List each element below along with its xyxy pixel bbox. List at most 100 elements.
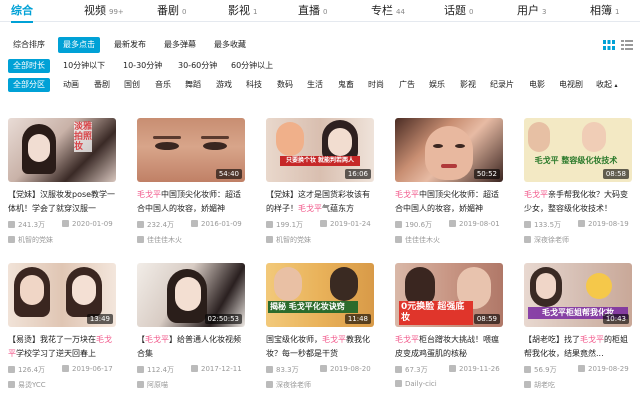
zone-item[interactable]: 国创 [124, 78, 140, 92]
title-keyword: 毛戈平 [322, 335, 346, 344]
tab-article[interactable]: 专栏 44 [371, 2, 405, 20]
uploader[interactable]: 佳佳佳木火 [137, 235, 245, 247]
duration-under-10[interactable]: 10分钟以下 [58, 59, 110, 73]
zone-item[interactable]: 影视 [460, 78, 476, 92]
video-stats: 133.5万 2019-08-19 [524, 220, 632, 232]
zone-item[interactable]: 舞蹈 [185, 78, 201, 92]
uploader-name: 胡老吃 [534, 381, 555, 389]
tab-count: 1 [253, 8, 258, 16]
list-view-icon[interactable] [621, 40, 633, 50]
video-thumbnail[interactable]: 54:40 [137, 118, 245, 182]
uploader[interactable]: 机智的党妹 [266, 235, 374, 247]
video-card[interactable]: 0元换脸 超强底妆 08:59 毛戈平柜台蹭妆大挑战！喂瘟皮变成鸡蛋肌的核秘 6… [395, 263, 503, 393]
video-thumbnail[interactable]: 0元换脸 超强底妆 08:59 [395, 263, 503, 327]
video-thumbnail[interactable]: 毛戈平柜姐帮我化妆 10:43 [524, 263, 632, 327]
uploader[interactable]: 机智的党妹 [8, 235, 116, 247]
zone-item[interactable]: 广告 [399, 78, 415, 92]
video-card[interactable]: 50:52 毛戈平中国顶尖化妆师：超适合中国人的妆容，娇媚神 190.6万 201… [395, 118, 503, 248]
duration-badge: 13:49 [86, 314, 113, 324]
tab-film[interactable]: 影视 1 [228, 2, 257, 20]
video-card[interactable]: 54:40 毛戈平中国顶尖化妆师：超适合中国人的妆容，娇媚神 232.4万 201… [137, 118, 245, 248]
video-title[interactable]: 【毛戈平】给普通人化妆视频合集 [137, 333, 245, 361]
tab-video[interactable]: 视频 99+ [84, 2, 124, 20]
tab-bangumi[interactable]: 番剧 0 [157, 2, 186, 20]
video-title[interactable]: 国宝级化妆师，毛戈平教我化妆？每一秒都是干货 [266, 333, 374, 361]
video-card[interactable]: 13:49 【易烫】我花了一万块在毛戈平学校学习了逆天回春上 126.4万 201… [8, 263, 116, 393]
uploader[interactable]: 佳佳佳木火 [395, 235, 503, 247]
tab-label: 用户 [517, 4, 539, 17]
upload-date: 2019-08-29 [578, 365, 629, 373]
duration-all[interactable]: 全部时长 [8, 59, 50, 73]
video-title[interactable]: 毛戈平中国顶尖化妆师：超适合中国人的妆容，娇媚神 [395, 188, 503, 216]
zone-item[interactable]: 游戏 [216, 78, 232, 92]
tab-album[interactable]: 相簿 1 [590, 2, 619, 20]
play-count-icon [137, 221, 144, 228]
sort-most-danmaku[interactable]: 最多弹幕 [159, 37, 201, 53]
view-count: 67.3万 [405, 366, 428, 374]
zone-item[interactable]: 科技 [246, 78, 262, 92]
uploader[interactable]: Daily-cici [395, 380, 503, 392]
grid-view-icon[interactable] [603, 40, 615, 50]
sort-most-clicks[interactable]: 最多点击 [58, 37, 100, 53]
video-thumbnail[interactable]: 揭秘 毛戈平化妆诀窍 11:48 [266, 263, 374, 327]
video-card[interactable]: 只要换个妆 就能判若两人 16:06 【党妹】这才是国货彩妆该有的样子！毛戈平气… [266, 118, 374, 248]
uploader-name: 佳佳佳木火 [147, 236, 182, 244]
thumbnail-overlay-text: 只要换个妆 就能判若两人 [280, 156, 360, 166]
calendar-icon [191, 365, 198, 372]
video-title[interactable]: 毛戈平柜台蹭妆大挑战！喂瘟皮变成鸡蛋肌的核秘 [395, 333, 503, 361]
video-thumbnail[interactable]: 毛戈平 整容级化妆技术 08:58 [524, 118, 632, 182]
sort-most-favorites[interactable]: 最多收藏 [209, 37, 251, 53]
video-card[interactable]: 毛戈平柜姐帮我化妆 10:43 【胡老吃】找了毛戈平的柜姐帮我化妆，结果竟然..… [524, 263, 632, 393]
tab-topic[interactable]: 话题 0 [444, 2, 473, 20]
video-card[interactable]: 淡雅拍照妆 【党妹】汉服妆发pose教学一体机！学会了就穿汉服一 241.3万 2… [8, 118, 116, 248]
tab-live[interactable]: 直播 0 [298, 2, 327, 20]
zone-item[interactable]: 动画 [63, 78, 79, 92]
video-card[interactable]: 毛戈平 整容级化妆技术 08:58 毛戈平亲手帮我化妆？大码变少女，整容级化妆技… [524, 118, 632, 248]
uploader[interactable]: 胡老吃 [524, 380, 632, 392]
duration-10-30[interactable]: 10-30分钟 [118, 59, 167, 73]
video-title[interactable]: 【胡老吃】找了毛戈平的柜姐帮我化妆，结果竟然... [524, 333, 632, 361]
video-thumbnail[interactable]: 13:49 [8, 263, 116, 327]
zone-all[interactable]: 全部分区 [8, 78, 50, 92]
upload-date: 2020-01-09 [62, 220, 113, 228]
tab-count: 0 [182, 8, 187, 16]
tab-label: 视频 [84, 4, 106, 17]
video-card[interactable]: 02:50:53 【毛戈平】给普通人化妆视频合集 112.4万 2017-12-1… [137, 263, 245, 393]
video-title[interactable]: 【党妹】汉服妆发pose教学一体机！学会了就穿汉服一 [8, 188, 116, 216]
duration-30-60[interactable]: 30-60分钟 [173, 59, 222, 73]
collapse-zones-button[interactable]: 收起 ▴ [596, 78, 618, 92]
video-thumbnail[interactable]: 02:50:53 [137, 263, 245, 327]
zone-item[interactable]: 数码 [277, 78, 293, 92]
zone-item[interactable]: 音乐 [155, 78, 171, 92]
video-card[interactable]: 揭秘 毛戈平化妆诀窍 11:48 国宝级化妆师，毛戈平教我化妆？每一秒都是干货 … [266, 263, 374, 393]
zone-item[interactable]: 电视剧 [559, 78, 583, 92]
video-stats: 83.3万 2019-08-20 [266, 365, 374, 377]
tab-all[interactable]: 综合 [11, 2, 33, 23]
uploader[interactable]: 深夜徐老师 [266, 380, 374, 392]
video-thumbnail[interactable]: 淡雅拍照妆 [8, 118, 116, 182]
zone-item[interactable]: 番剧 [94, 78, 110, 92]
zone-item[interactable]: 鬼畜 [338, 78, 354, 92]
video-title[interactable]: 【易烫】我花了一万块在毛戈平学校学习了逆天回春上 [8, 333, 116, 361]
tab-user[interactable]: 用户 3 [517, 2, 546, 20]
tab-label: 相簿 [590, 4, 612, 17]
uploader[interactable]: 阿原喵 [137, 380, 245, 392]
video-title[interactable]: 毛戈平中国顶尖化妆师：超适合中国人的妆容，娇媚神 [137, 188, 245, 216]
video-title[interactable]: 【党妹】这才是国货彩妆该有的样子！毛戈平气蕴东方 [266, 188, 374, 216]
video-stats: 241.3万 2020-01-09 [8, 220, 116, 232]
sort-newest[interactable]: 最新发布 [109, 37, 151, 53]
duration-over-60[interactable]: 60分钟以上 [226, 59, 278, 73]
zone-item[interactable]: 电影 [529, 78, 545, 92]
sort-default[interactable]: 综合排序 [8, 37, 50, 53]
video-thumbnail[interactable]: 50:52 [395, 118, 503, 182]
zone-item[interactable]: 时尚 [368, 78, 384, 92]
video-thumbnail[interactable]: 只要换个妆 就能判若两人 16:06 [266, 118, 374, 182]
zone-item[interactable]: 娱乐 [429, 78, 445, 92]
zone-item[interactable]: 生活 [307, 78, 323, 92]
uploader[interactable]: 易烫YCC [8, 380, 116, 392]
uploader[interactable]: 深夜徐老师 [524, 235, 632, 247]
zone-item[interactable]: 纪录片 [490, 78, 514, 92]
title-keyword: 毛戈平 [298, 204, 322, 213]
video-stats: 199.1万 2019-01-24 [266, 220, 374, 232]
video-title[interactable]: 毛戈平亲手帮我化妆？大码变少女，整容级化妆技术！ [524, 188, 632, 216]
